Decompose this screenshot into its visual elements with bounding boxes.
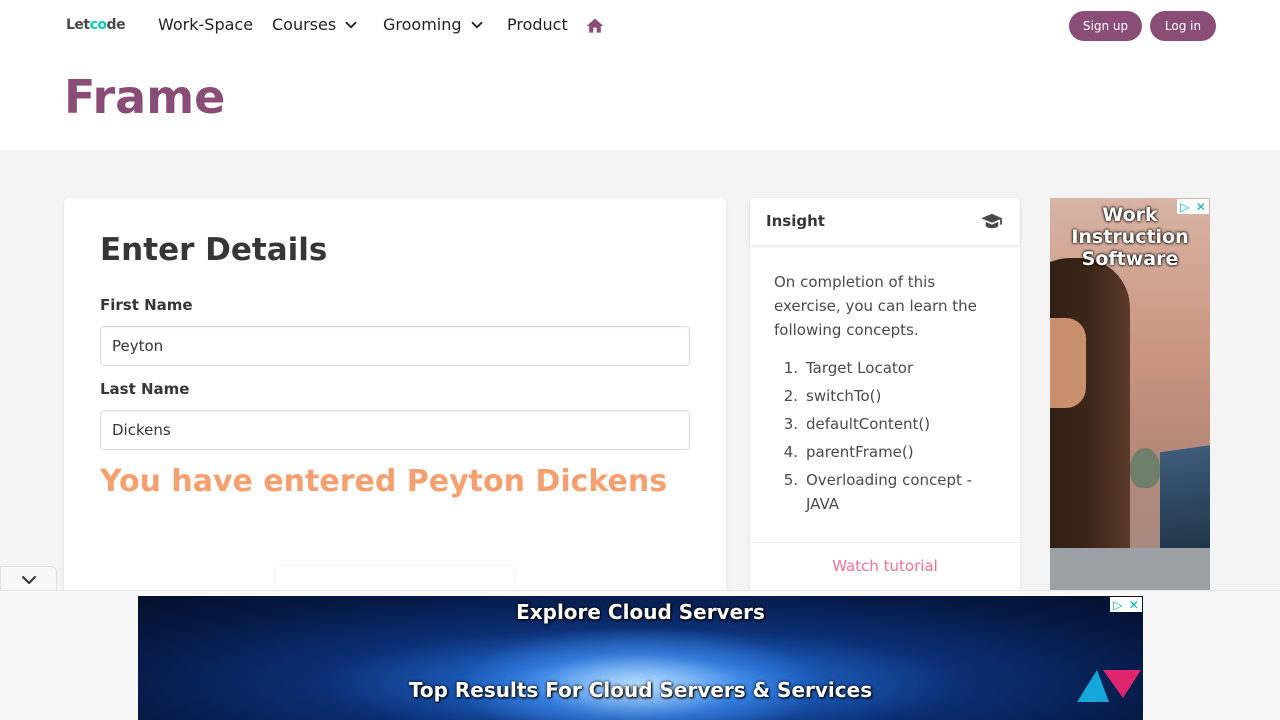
- list-number: 5.: [783, 471, 798, 489]
- first-name-field[interactable]: [100, 326, 690, 366]
- letcode-logo[interactable]: Letcode: [66, 17, 126, 33]
- graduation-cap-icon: [981, 213, 1002, 229]
- ad-subheadline: Top Results For Cloud Servers & Services: [408, 678, 873, 702]
- list-text: parentFrame(): [806, 443, 914, 461]
- list-text: Target Locator: [806, 359, 914, 377]
- chevron-down-icon: [471, 21, 482, 28]
- close-icon[interactable]: ✕: [1196, 201, 1206, 213]
- ad-laptop-image: [1160, 443, 1210, 563]
- ad-face-image: [1050, 318, 1086, 408]
- card-title: Enter Details: [100, 232, 328, 268]
- insight-card: Insight On completion of this exercise, …: [750, 198, 1020, 618]
- collapse-ad-button[interactable]: [0, 566, 57, 592]
- navbar: Letcode Work-Space Courses Grooming Prod…: [0, 0, 1280, 52]
- insight-description: On completion of this exercise, you can …: [774, 273, 977, 339]
- ad-choices[interactable]: ▷ ✕: [1110, 597, 1142, 612]
- logo-text: de: [106, 17, 126, 33]
- insight-header: Insight: [750, 198, 1020, 246]
- ad-cloud-image: [458, 626, 818, 720]
- nav-item-label: Grooming: [383, 15, 462, 34]
- watch-tutorial-link[interactable]: Watch tutorial: [750, 557, 1020, 575]
- insight-footer: Watch tutorial: [750, 542, 1020, 592]
- details-card: Enter Details First Name Last Name You h…: [64, 198, 726, 618]
- list-item: 1. Target Locator: [774, 356, 999, 380]
- list-number: 3.: [783, 415, 798, 433]
- signup-button[interactable]: Sign up: [1069, 11, 1142, 41]
- nav-item-courses[interactable]: Courses: [272, 15, 360, 34]
- nav-item-label: Product: [507, 15, 568, 34]
- nav-item-grooming[interactable]: Grooming: [383, 15, 486, 34]
- list-text: Overloading concept - JAVA: [806, 471, 973, 513]
- nav-item-product[interactable]: Product: [507, 15, 568, 34]
- chevron-down-icon: [22, 576, 36, 584]
- first-name-label: First Name: [100, 296, 193, 314]
- ad-choices-icon[interactable]: ▷: [1180, 201, 1189, 213]
- close-icon[interactable]: ✕: [1129, 599, 1139, 611]
- ad-desk-image: [1050, 548, 1210, 592]
- advertiser-logo: [1077, 670, 1141, 702]
- ad-choices[interactable]: ▷ ✕: [1177, 199, 1209, 214]
- list-number: 4.: [783, 443, 798, 461]
- nav-item-label: Work-Space: [158, 15, 254, 34]
- home-icon[interactable]: [585, 16, 605, 36]
- nav-item-label: Courses: [272, 15, 337, 34]
- last-name-label: Last Name: [100, 380, 190, 398]
- list-item: 5. Overloading concept - JAVA: [774, 468, 999, 516]
- chevron-down-icon: [345, 21, 357, 28]
- list-text: defaultContent(): [806, 415, 931, 433]
- login-button[interactable]: Log in: [1150, 11, 1216, 41]
- logo-text: Let: [66, 17, 90, 33]
- list-text: switchTo(): [806, 387, 882, 405]
- bottom-advertisement[interactable]: Explore Cloud Servers Top Results For Cl…: [138, 596, 1143, 720]
- ad-person-image: [1050, 258, 1130, 592]
- nav-item-workspace[interactable]: Work-Space: [158, 15, 253, 34]
- ad-headline: Explore Cloud Servers: [516, 600, 765, 624]
- page-title: Frame: [64, 70, 226, 124]
- list-number: 1.: [783, 359, 798, 377]
- ad-text-line: Instruction: [1071, 226, 1189, 248]
- last-name-field[interactable]: [100, 410, 690, 450]
- list-item: 2. switchTo(): [774, 384, 999, 408]
- result-text: You have entered Peyton Dickens: [100, 464, 668, 499]
- logo-text: o: [97, 17, 107, 33]
- ad-plant-image: [1130, 448, 1160, 488]
- concept-list: 1. Target Locator 2. switchTo() 3. defaultC…: [774, 356, 999, 520]
- ad-text-line: Software: [1081, 248, 1179, 270]
- list-item: 4. parentFrame(): [774, 440, 999, 464]
- hero-section: Frame: [0, 52, 1280, 150]
- list-number: 2.: [783, 387, 798, 405]
- list-item: 3. defaultContent(): [774, 412, 999, 436]
- insight-title: Insight: [766, 212, 825, 230]
- ad-choices-icon[interactable]: ▷: [1113, 599, 1122, 611]
- side-advertisement[interactable]: Work Instruction Software: [1050, 198, 1210, 592]
